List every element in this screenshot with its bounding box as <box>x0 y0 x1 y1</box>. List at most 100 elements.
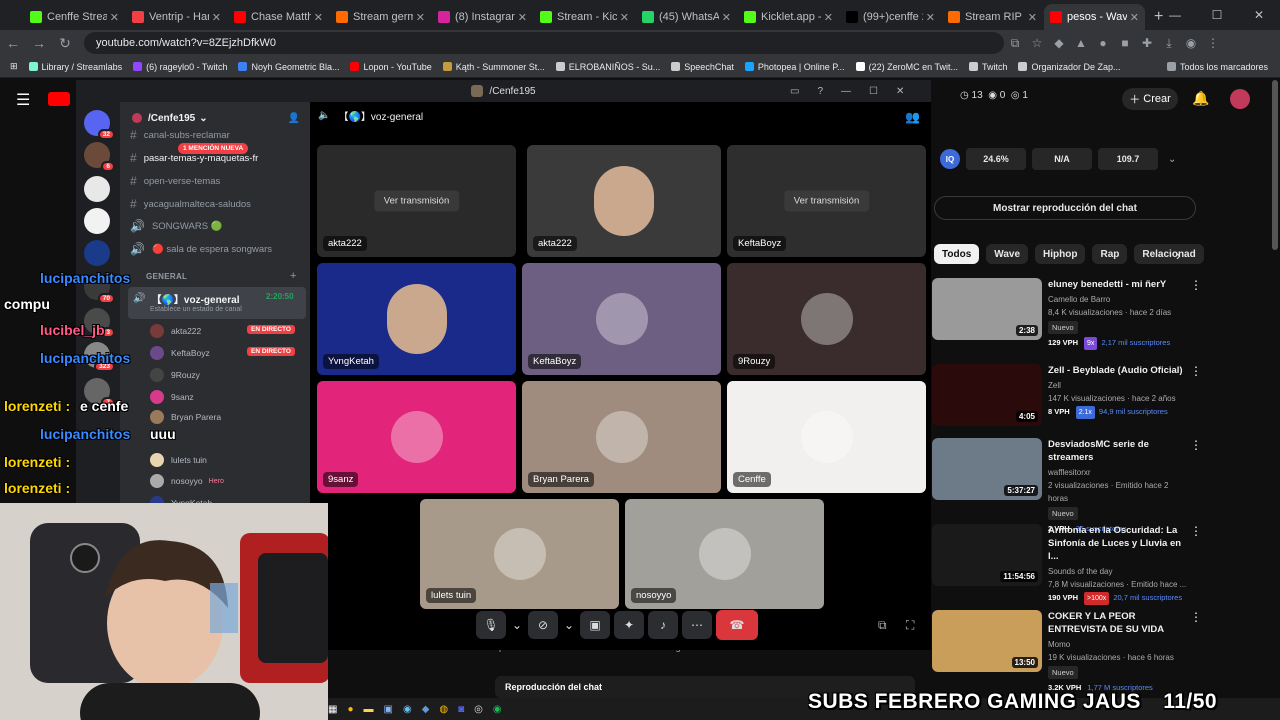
server-icon[interactable] <box>84 176 110 202</box>
chevron-down-icon[interactable]: ⌄ <box>510 611 524 639</box>
more-options-icon[interactable]: ⋮ <box>1190 278 1202 292</box>
url-field[interactable]: youtube.com/watch?v=8ZEjzhDfkW0 <box>84 32 1004 54</box>
extension-icon[interactable]: ● <box>1092 36 1114 50</box>
forward-icon[interactable]: → <box>26 35 52 51</box>
channel-status[interactable]: Establece un estado de canal <box>150 306 242 313</box>
chrome-icon[interactable]: ◍ <box>439 704 448 715</box>
discord-icon[interactable]: ◙ <box>458 704 464 715</box>
recommended-video[interactable]: 5:37:27 DesviadosMC serie de streamers waf… <box>932 438 1262 533</box>
chevron-down-icon[interactable]: ⌄ <box>562 611 576 639</box>
close-tab-icon[interactable]: ✕ <box>824 11 833 24</box>
channel-item[interactable]: 🔊 🔴 sala de espera songwars <box>130 242 272 256</box>
fullscreen-icon[interactable]: ⛶ <box>906 618 914 633</box>
browser-tab[interactable]: Kicklet.app - K✕ <box>738 4 839 30</box>
recommended-video[interactable]: 13:50 COKER Y LA PEOR ENTREVISTA DE SU VI… <box>932 610 1262 692</box>
minimize-icon[interactable]: — <box>841 86 851 97</box>
channel-name[interactable]: Camello de Barro <box>1048 293 1188 306</box>
create-button[interactable]: ＋ Crear <box>1122 88 1178 110</box>
browser-tab[interactable]: Stream RIP CE✕ <box>942 4 1043 30</box>
recommended-video[interactable]: 11:54:56 Armonía en la Oscuridad: La Sinf… <box>932 524 1262 605</box>
participant-tile[interactable]: Ver transmisión akta222 <box>317 145 516 257</box>
obs-icon[interactable]: ◎ <box>474 704 483 715</box>
bookmark-item[interactable]: Organizador De Zap... <box>1018 62 1121 72</box>
menu-dots-icon[interactable]: ⋮ <box>1202 36 1224 50</box>
participant-tile[interactable]: Bryan Parera <box>522 381 721 493</box>
screen-share-icon[interactable]: ▣ <box>580 611 610 639</box>
inbox-icon[interactable]: ▭ <box>790 86 799 97</box>
install-icon[interactable]: ⧉ <box>1004 36 1026 51</box>
maximize-icon[interactable]: ☐ <box>869 86 878 97</box>
close-tab-icon[interactable]: ✕ <box>620 11 629 24</box>
participant-tile[interactable]: Ver transmisión KeftaBoyz <box>727 145 926 257</box>
bookmark-item[interactable]: SpeechChat <box>671 62 734 72</box>
filter-chip[interactable]: Relacionad <box>1134 244 1204 264</box>
browser-tab[interactable]: Chase Matthew✕ <box>228 4 329 30</box>
server-icon[interactable] <box>84 240 110 266</box>
bookmark-item[interactable]: Kąth - Summoner St... <box>442 62 545 72</box>
more-options-icon[interactable]: ⋮ <box>1190 438 1202 452</box>
participant-tile[interactable]: Cenffe <box>727 381 926 493</box>
bookmark-item[interactable]: Twitch <box>968 62 1007 72</box>
apps-grid-icon[interactable]: ⊞ <box>10 61 18 72</box>
extension-icon[interactable]: ◆ <box>1048 36 1070 50</box>
video-title[interactable]: Armonía en la Oscuridad: La Sinfonía de … <box>1048 524 1188 563</box>
popout-icon[interactable]: ⧉ <box>878 618 887 633</box>
video-thumbnail[interactable]: 5:37:27 <box>932 438 1042 500</box>
extensions-puzzle-icon[interactable]: ✚ <box>1136 36 1158 50</box>
profile-icon[interactable]: ◉ <box>1180 36 1202 50</box>
watch-stream-button[interactable]: Ver transmisión <box>783 190 870 212</box>
bookmark-item[interactable]: (22) ZeroMC en Twit... <box>855 62 958 72</box>
vidiq-icon[interactable]: IQ <box>940 149 960 169</box>
close-tab-icon[interactable]: ✕ <box>722 11 731 24</box>
new-mention-badge[interactable]: 1 MENCIÓN NUEVA <box>178 143 249 154</box>
filter-chip[interactable]: Todos <box>934 244 980 264</box>
participant-tile[interactable]: nosoyyo <box>625 499 824 609</box>
video-thumbnail[interactable]: 2:38 <box>932 278 1042 340</box>
browser-tab[interactable]: Stream - Kick ✕ <box>534 4 635 30</box>
video-thumbnail[interactable]: 13:50 <box>932 610 1042 672</box>
channel-name[interactable]: Sounds of the day <box>1048 565 1188 578</box>
channel-name[interactable]: wafflesitorxr <box>1048 466 1188 479</box>
browser-tab[interactable]: (8) Instagram ✕ <box>432 4 533 30</box>
bookmark-item[interactable]: Library / Streamlabs <box>28 62 122 72</box>
bookmark-item[interactable]: Noyh Geometric Bla... <box>238 62 339 72</box>
voice-user[interactable]: Bryan Parera <box>150 410 221 424</box>
watch-stream-button[interactable]: Ver transmisión <box>373 190 460 212</box>
all-bookmarks[interactable]: Todos los marcadores <box>1166 62 1268 72</box>
scrollbar[interactable] <box>1272 80 1278 250</box>
microphone-icon[interactable]: 🎙 <box>476 611 506 639</box>
app-icon[interactable]: ● <box>347 704 353 715</box>
more-options-icon[interactable]: ⋯ <box>682 611 712 639</box>
chevron-down-icon[interactable]: ⌄ <box>1168 154 1176 165</box>
chevron-right-icon[interactable]: › <box>1176 247 1181 263</box>
close-tab-icon[interactable]: ✕ <box>1028 11 1037 24</box>
participants-icon[interactable]: 👥 <box>905 110 920 124</box>
video-title[interactable]: COKER Y LA PEOR ENTREVISTA DE SU VIDA <box>1048 610 1188 636</box>
hang-up-icon[interactable]: ☎ <box>716 610 758 640</box>
close-tab-icon[interactable]: ✕ <box>926 11 935 24</box>
video-title[interactable]: DesviadosMC serie de streamers <box>1048 438 1188 464</box>
activities-icon[interactable]: ✦ <box>614 611 644 639</box>
browser-tab[interactable]: Stream germi ✕ <box>330 4 431 30</box>
video-thumbnail[interactable]: 11:54:56 <box>932 524 1042 586</box>
channel-item[interactable]: # open-verse-temas <box>130 174 220 188</box>
bookmark-item[interactable]: Photopea | Online P... <box>744 62 845 72</box>
participant-tile[interactable]: YvngKetah <box>317 263 516 375</box>
help-icon[interactable]: ? <box>817 86 823 97</box>
bookmark-star-icon[interactable]: ☆ <box>1026 36 1048 50</box>
close-tab-icon[interactable]: ✕ <box>1130 11 1139 24</box>
filter-chip[interactable]: Hiphop <box>1035 244 1086 264</box>
show-chat-replay-button[interactable]: Mostrar reproducción del chat <box>934 196 1196 220</box>
close-tab-icon[interactable]: ✕ <box>110 11 119 24</box>
bookmark-item[interactable]: ELROBANIÑOS - Su... <box>555 62 660 72</box>
close-tab-icon[interactable]: ✕ <box>416 11 425 24</box>
bookmark-item[interactable]: Lopon - YouTube <box>350 62 432 72</box>
close-tab-icon[interactable]: ✕ <box>212 11 221 24</box>
bookmark-item[interactable]: (6) rageylo0 - Twitch <box>133 62 227 72</box>
file-explorer-icon[interactable]: ▬ <box>364 704 374 715</box>
video-title[interactable]: eluney benedetti - mi ñerY <box>1048 278 1188 291</box>
channel-name[interactable]: Momo <box>1048 638 1188 651</box>
avatar[interactable] <box>1230 89 1250 109</box>
participant-tile[interactable]: 9Rouzy <box>727 263 926 375</box>
app-icon[interactable]: ▣ <box>384 704 393 715</box>
